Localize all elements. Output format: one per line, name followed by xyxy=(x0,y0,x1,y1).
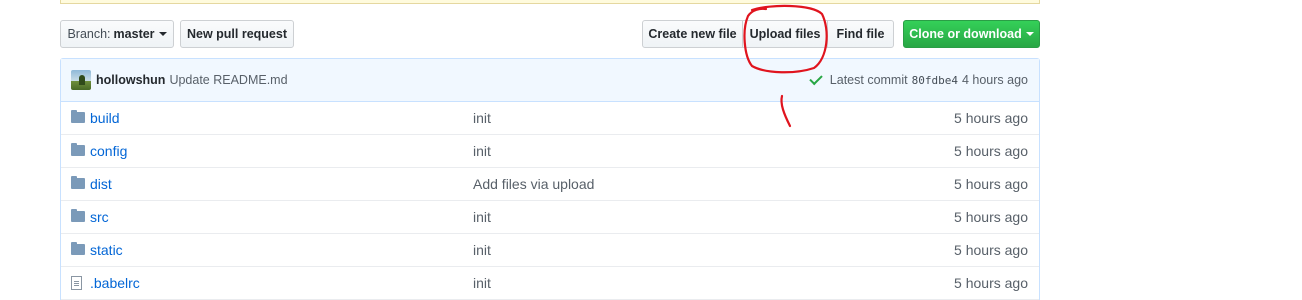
folder-icon xyxy=(71,143,85,156)
age-cell: 5 hours ago xyxy=(954,275,1028,291)
clone-label: Clone or download xyxy=(909,27,1022,41)
file-name-link[interactable]: src xyxy=(90,209,109,225)
branch-name: master xyxy=(113,27,155,41)
folder-icon xyxy=(71,110,85,123)
commit-tease: hollowshun Update README.md Latest commi… xyxy=(61,59,1039,102)
file-name-link[interactable]: .babelrc xyxy=(90,275,140,291)
age-cell: 5 hours ago xyxy=(954,209,1028,225)
table-row: config init 5 hours ago xyxy=(61,135,1039,168)
commit-sha[interactable]: 80fdbe4 xyxy=(912,74,958,87)
folder-icon xyxy=(71,209,85,222)
commit-message-cell[interactable]: init xyxy=(473,275,491,291)
branch-select-button[interactable]: Branch: master xyxy=(60,20,174,48)
file-icon xyxy=(71,276,82,290)
commit-message-cell[interactable]: init xyxy=(473,143,491,159)
branch-prefix: Branch: xyxy=(67,27,111,41)
table-row: src init 5 hours ago xyxy=(61,201,1039,234)
latest-commit-info: Latest commit 80fdbe4 4 hours ago xyxy=(809,59,1028,101)
commit-message[interactable]: Update README.md xyxy=(169,73,287,87)
commit-message-cell[interactable]: init xyxy=(473,209,491,225)
file-name-link[interactable]: build xyxy=(90,110,120,126)
table-row: build init 5 hours ago xyxy=(61,102,1039,135)
chevron-down-icon xyxy=(1025,32,1034,36)
age-cell: 5 hours ago xyxy=(954,110,1028,126)
latest-commit-label: Latest commit xyxy=(829,73,908,87)
notice-banner xyxy=(60,0,1040,4)
age-cell: 5 hours ago xyxy=(954,176,1028,192)
age-cell: 5 hours ago xyxy=(954,242,1028,258)
create-new-file-button[interactable]: Create new file xyxy=(642,20,743,48)
commit-message-cell[interactable]: Add files via upload xyxy=(473,176,594,192)
commit-message-cell[interactable]: init xyxy=(473,242,491,258)
file-name-link[interactable]: dist xyxy=(90,176,112,192)
table-row: static init 5 hours ago xyxy=(61,234,1039,267)
chevron-down-icon xyxy=(158,32,167,36)
file-name-link[interactable]: static xyxy=(90,242,123,258)
check-icon xyxy=(809,71,823,86)
upload-files-button[interactable]: Upload files xyxy=(742,20,828,48)
commit-author[interactable]: hollowshun xyxy=(96,73,165,87)
find-file-button[interactable]: Find file xyxy=(827,20,894,48)
new-pull-request-button[interactable]: New pull request xyxy=(180,20,294,48)
clone-or-download-button[interactable]: Clone or download xyxy=(903,20,1040,48)
table-row: .babelrc init 5 hours ago xyxy=(61,267,1039,300)
commit-message-cell[interactable]: init xyxy=(473,110,491,126)
commit-age: 4 hours ago xyxy=(961,73,1028,87)
folder-icon xyxy=(71,176,85,189)
file-actions-group: Create new file Upload files Find file xyxy=(642,20,894,48)
avatar[interactable] xyxy=(71,70,91,90)
file-name-link[interactable]: config xyxy=(90,143,127,159)
file-table: hollowshun Update README.md Latest commi… xyxy=(60,58,1040,300)
table-row: dist Add files via upload 5 hours ago xyxy=(61,168,1039,201)
age-cell: 5 hours ago xyxy=(954,143,1028,159)
folder-icon xyxy=(71,242,85,255)
